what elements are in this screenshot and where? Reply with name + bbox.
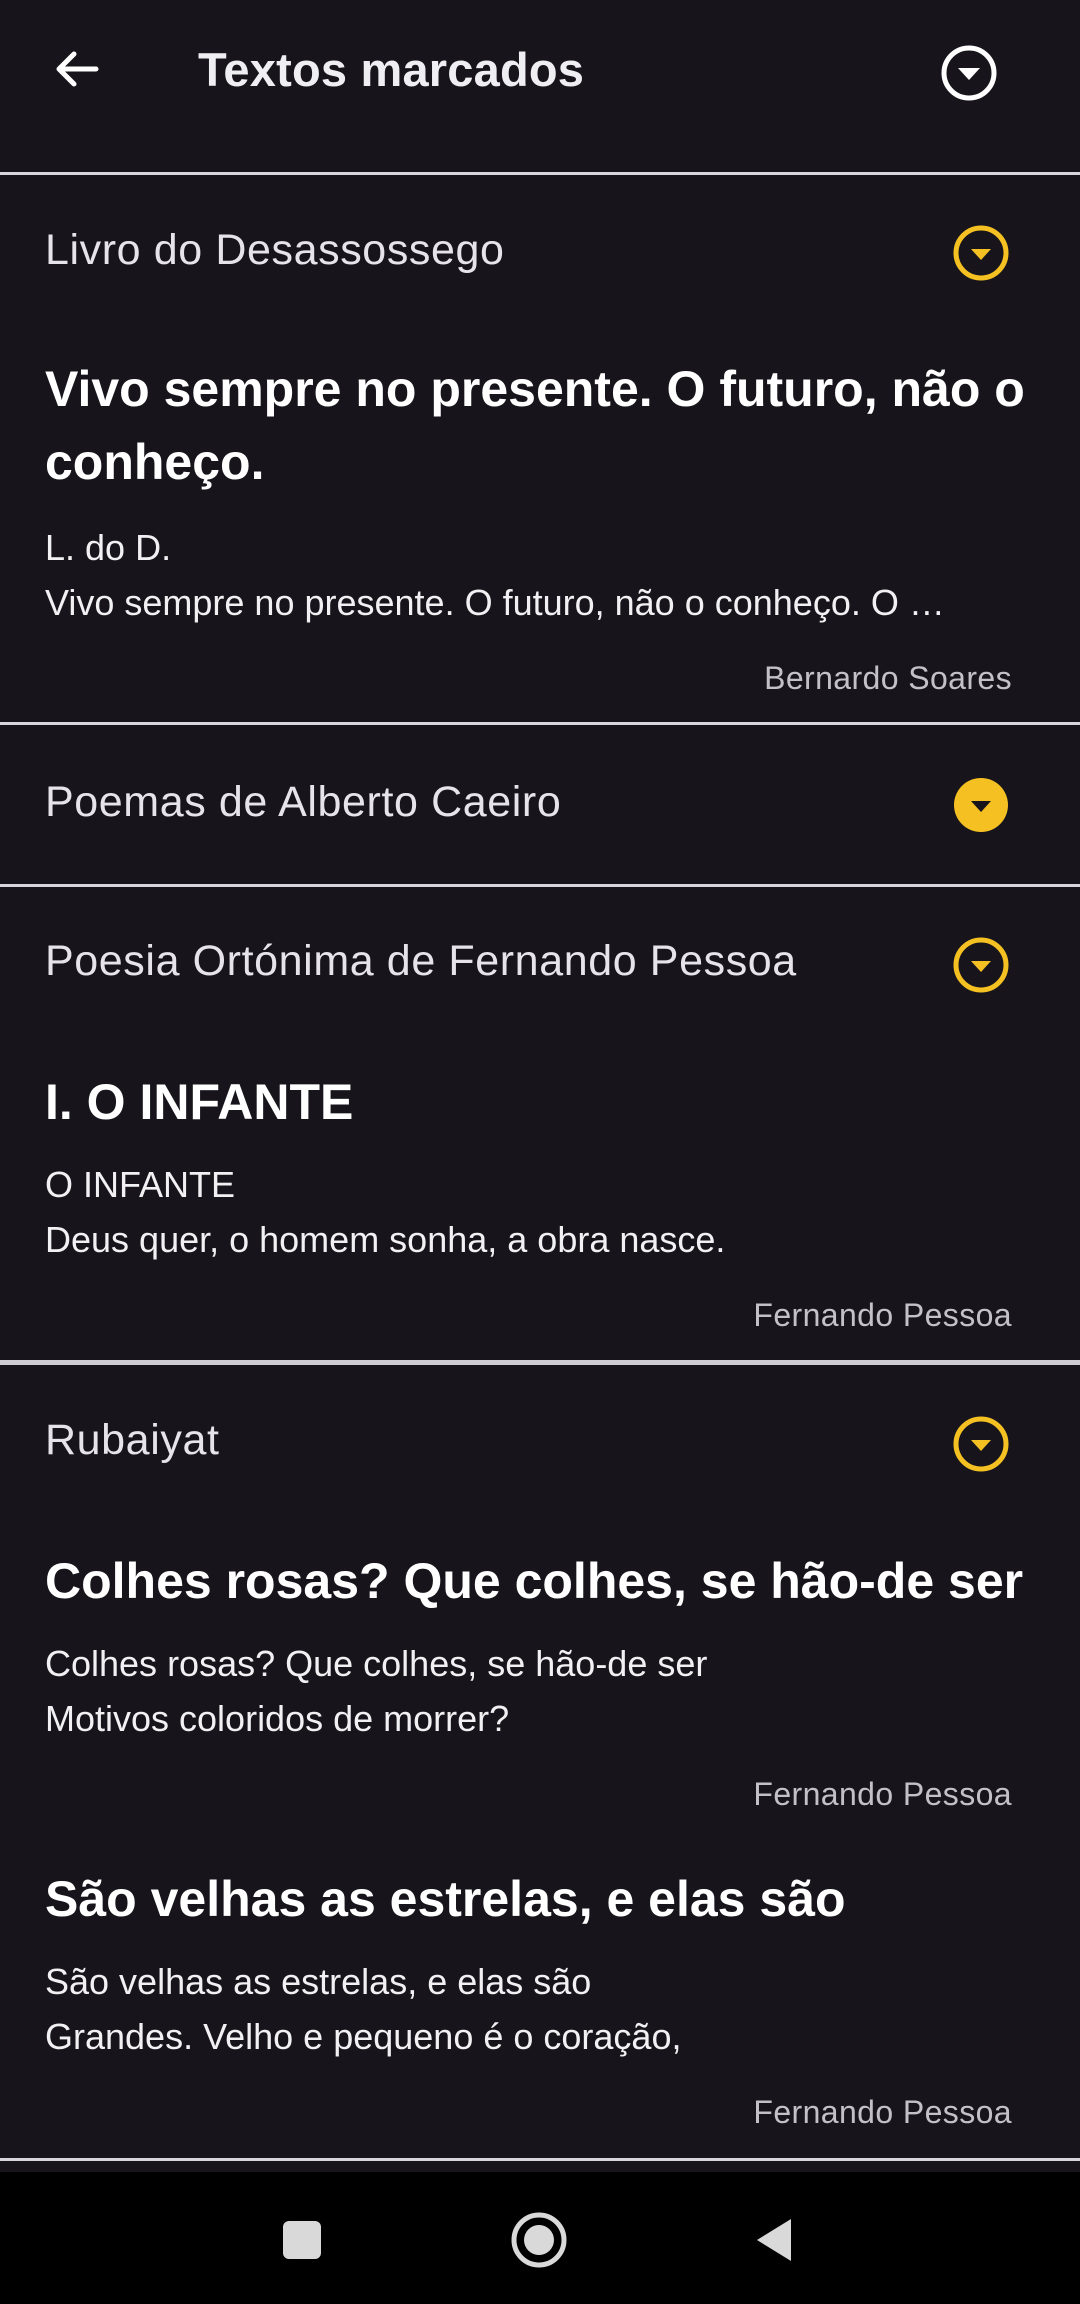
section-title-rubaiyat[interactable]: Rubaiyat bbox=[45, 1416, 220, 1465]
home-button[interactable] bbox=[501, 2202, 577, 2278]
entry-excerpt-line: Deus quer, o homem sonha, a obra nasce. bbox=[45, 1219, 726, 1260]
back-nav-button[interactable] bbox=[736, 2202, 812, 2278]
entry-excerpt-line: L. do D. bbox=[45, 527, 172, 568]
chevron-circle-down-icon bbox=[953, 225, 1009, 281]
expand-all-button[interactable] bbox=[934, 38, 1004, 108]
entry-excerpt-line: Colhes rosas? Que colhes, se hão-de ser bbox=[45, 1643, 708, 1684]
entry-title[interactable]: Vivo sempre no presente. O futuro, não o… bbox=[45, 353, 1035, 499]
entry-title[interactable]: I. O INFANTE bbox=[45, 1066, 1035, 1139]
chevron-circle-down-icon bbox=[953, 937, 1009, 993]
entry-excerpt-line: Grandes. Velho e pequeno é o coração, bbox=[45, 2016, 682, 2057]
chevron-circle-down-filled-icon bbox=[954, 778, 1008, 832]
section-title-poemas-de-alberto-caeiro[interactable]: Poemas de Alberto Caeiro bbox=[45, 778, 561, 827]
entry-author: Bernardo Soares bbox=[764, 660, 1012, 696]
divider bbox=[0, 722, 1080, 725]
entry-title[interactable]: Colhes rosas? Que colhes, se hão-de ser bbox=[45, 1545, 1035, 1618]
chevron-circle-down-icon bbox=[941, 45, 997, 101]
section-toggle-button[interactable] bbox=[950, 774, 1012, 836]
entry-title[interactable]: São velhas as estrelas, e elas são bbox=[45, 1863, 1035, 1936]
section-toggle-button[interactable] bbox=[950, 222, 1012, 284]
square-icon bbox=[283, 2221, 321, 2259]
entry-excerpt-line: Motivos coloridos de morrer? bbox=[45, 1698, 510, 1739]
arrow-left-icon bbox=[56, 51, 99, 87]
section-title-poesia-ortonima[interactable]: Poesia Ortónima de Fernando Pessoa bbox=[45, 937, 797, 986]
entry-excerpt-line: O INFANTE bbox=[45, 1164, 236, 1205]
divider bbox=[0, 884, 1080, 887]
circle-home-icon bbox=[511, 2212, 567, 2268]
system-navigation-bar bbox=[0, 2172, 1080, 2304]
entry-excerpt-line: São velhas as estrelas, e elas são bbox=[45, 1961, 592, 2002]
recents-button[interactable] bbox=[264, 2202, 340, 2278]
divider bbox=[0, 1360, 1080, 1365]
top-app-bar: Textos marcados bbox=[0, 0, 1080, 172]
entry-author: Fernando Pessoa bbox=[753, 1297, 1012, 1333]
chevron-circle-down-icon bbox=[953, 1416, 1009, 1472]
section-title-livro-do-desassossego[interactable]: Livro do Desassossego bbox=[45, 226, 505, 275]
page-title: Textos marcados bbox=[198, 43, 585, 96]
section-toggle-button[interactable] bbox=[950, 934, 1012, 996]
section-toggle-button[interactable] bbox=[950, 1413, 1012, 1475]
entry-author: Fernando Pessoa bbox=[753, 1776, 1012, 1812]
triangle-back-icon bbox=[757, 2219, 791, 2261]
divider bbox=[0, 2158, 1080, 2161]
entry-author: Fernando Pessoa bbox=[753, 2094, 1012, 2130]
divider bbox=[0, 172, 1080, 175]
back-button[interactable] bbox=[44, 36, 110, 102]
entry-excerpt-line: Vivo sempre no presente. O futuro, não o… bbox=[45, 582, 945, 623]
